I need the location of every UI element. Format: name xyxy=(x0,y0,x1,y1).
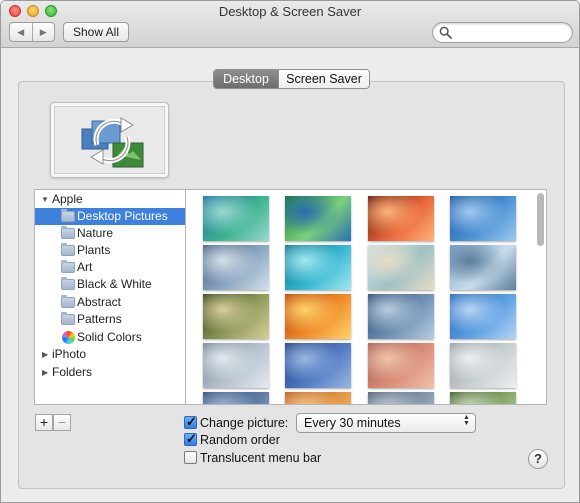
checkmark-icon: ✓ xyxy=(186,431,197,446)
wallpaper-thumbnail-blue-grey-texture[interactable] xyxy=(368,294,434,339)
desktop-screensaver-window: Desktop & Screen Saver ◀ ▶ Show All Desk… xyxy=(0,0,580,503)
random-order-checkbox[interactable]: ✓ xyxy=(184,431,197,446)
wallpaper-thumbnail-misty-lake[interactable] xyxy=(450,343,516,388)
scroll-thumb[interactable] xyxy=(537,193,544,246)
color-wheel-icon xyxy=(62,331,75,344)
group-iphoto[interactable]: ▶ iPhoto xyxy=(35,346,185,363)
sidebar-item-label: Abstract xyxy=(77,295,122,309)
tab-screen-saver[interactable]: Screen Saver xyxy=(278,70,369,88)
wallpaper-thumbnail-blue-pattern[interactable] xyxy=(285,343,351,388)
translucent-menu-bar-checkbox[interactable] xyxy=(184,451,197,464)
folder-icon xyxy=(61,243,75,256)
folder-icon xyxy=(61,260,75,273)
group-label: iPhoto xyxy=(52,347,87,361)
folder-icon xyxy=(61,226,75,239)
group-label: Folders xyxy=(52,365,93,379)
wallpaper-thumbnail-winter-forest[interactable] xyxy=(450,245,516,290)
forward-arrow-icon: ▶ xyxy=(39,26,47,37)
sidebar-item-abstract[interactable]: Abstract xyxy=(35,294,185,311)
translucent-menu-bar-label: Translucent menu bar xyxy=(200,451,322,465)
current-picture-preview xyxy=(50,102,169,178)
checkmark-icon: ✓ xyxy=(186,414,197,429)
window-title: Desktop & Screen Saver xyxy=(218,4,362,19)
back-button[interactable]: ◀ xyxy=(10,23,32,41)
wallpaper-thumbnail-sand-beach[interactable] xyxy=(368,245,434,290)
search-input[interactable] xyxy=(455,25,565,40)
sidebar-item-label: Art xyxy=(77,260,93,274)
add-folder-button[interactable]: + xyxy=(35,414,53,431)
wallpaper-thumbnail-grey-partial[interactable] xyxy=(368,392,434,404)
wallpaper-thumbnail-pink-dunes[interactable] xyxy=(368,343,434,388)
wallpaper-thumbnail-dark-blue-partial[interactable] xyxy=(203,392,269,404)
wallpaper-thumbnail-turquoise-water[interactable] xyxy=(285,245,351,290)
interval-value: Every 30 minutes xyxy=(304,416,401,430)
wallpaper-thumbnail-green-partial[interactable] xyxy=(450,392,516,404)
sidebar-item-plants[interactable]: Plants xyxy=(35,242,185,259)
folder-icon xyxy=(61,277,75,290)
group-label: Apple xyxy=(52,192,83,206)
forward-button[interactable]: ▶ xyxy=(31,23,55,41)
sidebar-item-patterns[interactable]: Patterns xyxy=(35,311,185,328)
sidebar-item-black-white[interactable]: Black & White xyxy=(35,276,185,293)
wallpaper-thumbnail-blue-wave[interactable] xyxy=(450,196,516,241)
grid-scrollbar[interactable] xyxy=(535,191,545,403)
wallpaper-thumbnail-red-canyon[interactable] xyxy=(368,196,434,241)
wallpaper-thumbnail-orange-partial[interactable] xyxy=(285,392,351,404)
popup-arrows-glyph: ▲▼ xyxy=(463,414,470,426)
popup-arrows-icon: ▲▼ xyxy=(462,414,471,429)
sidebar-item-solid-colors[interactable]: Solid Colors xyxy=(35,329,185,346)
search-field[interactable] xyxy=(432,22,573,43)
search-icon xyxy=(439,26,452,39)
back-arrow-icon: ◀ xyxy=(17,26,25,37)
title-bar: Desktop & Screen Saver ◀ ▶ Show All xyxy=(1,1,579,48)
folder-icon xyxy=(61,209,75,222)
wallpaper-thumbnail-green-abstract[interactable] xyxy=(285,196,351,241)
tab-desktop[interactable]: Desktop xyxy=(214,70,278,88)
rotating-refresh-arrows-over-images-icon xyxy=(81,117,144,168)
disclosure-expanded-icon[interactable]: ▼ xyxy=(41,191,49,208)
random-order-label: Random order xyxy=(200,433,280,447)
wallpaper-thumbnail-grey-drift[interactable] xyxy=(203,343,269,388)
sidebar-item-label: Solid Colors xyxy=(77,330,142,344)
picture-grid xyxy=(185,189,547,405)
sidebar-item-label: Patterns xyxy=(77,312,122,326)
help-button[interactable]: ? xyxy=(528,449,548,469)
sidebar-item-label: Plants xyxy=(77,243,111,257)
wallpaper-thumbnail-orange-abstract[interactable] xyxy=(285,294,351,339)
change-picture-label: Change picture: xyxy=(200,416,289,430)
disclosure-collapsed-icon[interactable]: ▶ xyxy=(42,346,48,363)
sidebar-item-label: Black & White xyxy=(77,277,152,291)
sidebar-item-desktop-pictures[interactable]: Desktop Pictures xyxy=(35,208,185,225)
wallpaper-thumbnail-grass-meadow[interactable] xyxy=(203,294,269,339)
group-folders[interactable]: ▶ Folders xyxy=(35,364,185,381)
group-apple[interactable]: ▼ Apple xyxy=(35,191,185,208)
sidebar-item-label: Desktop Pictures xyxy=(77,209,168,223)
interval-popup[interactable]: Every 30 minutes ▲▼ xyxy=(296,413,476,433)
wallpaper-thumbnail-blue-swirl[interactable] xyxy=(450,294,516,339)
wallpaper-thumbnail-grey-wave[interactable] xyxy=(203,245,269,290)
show-all-button[interactable]: Show All xyxy=(63,22,129,42)
folder-icon xyxy=(61,312,75,325)
disclosure-collapsed-icon[interactable]: ▶ xyxy=(42,364,48,381)
tab-bar: Desktop Screen Saver xyxy=(213,69,370,89)
sidebar-item-label: Nature xyxy=(77,226,114,240)
wallpaper-thumbnail-green-wave[interactable] xyxy=(203,196,269,241)
folder-icon xyxy=(61,295,75,308)
back-forward-control: ◀ ▶ xyxy=(9,22,55,42)
change-picture-checkbox[interactable]: ✓ xyxy=(184,414,197,429)
source-list: ▼ Apple Desktop Pictures Nature Plants A… xyxy=(34,189,185,405)
remove-folder-button[interactable]: − xyxy=(53,414,71,431)
sidebar-item-nature[interactable]: Nature xyxy=(35,225,185,242)
sidebar-item-art[interactable]: Art xyxy=(35,259,185,276)
preview-well xyxy=(54,106,165,174)
